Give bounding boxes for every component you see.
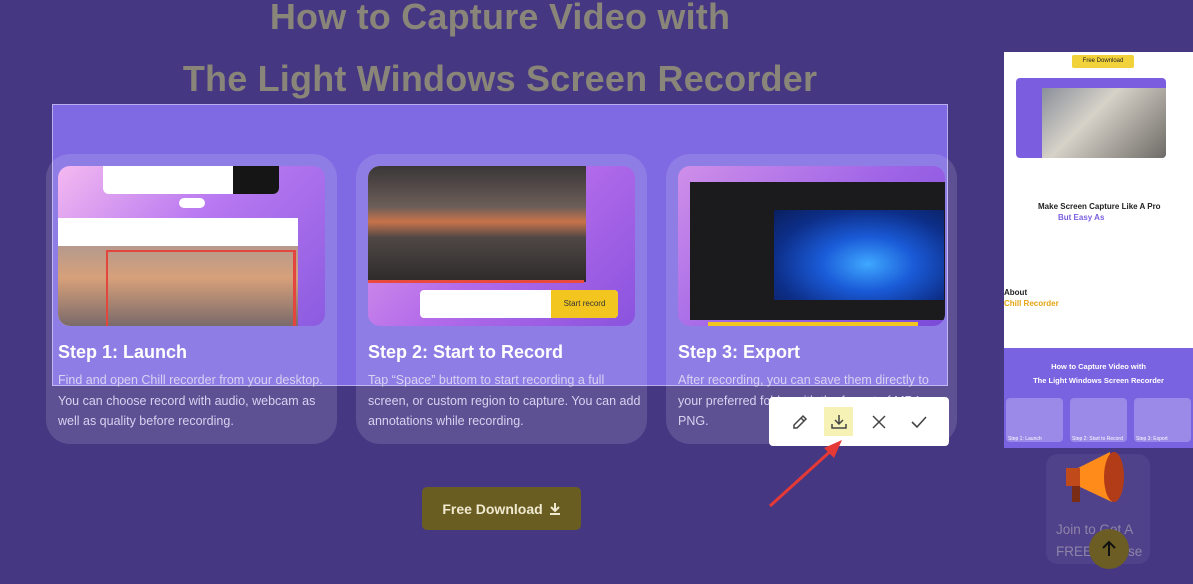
pencil-icon[interactable] xyxy=(785,407,814,436)
step3-image xyxy=(678,166,945,326)
preview-thumb-label-1: Step 1: Launch xyxy=(1008,436,1042,442)
preview-brand: Chill Recorder xyxy=(1004,299,1059,308)
download-icon[interactable] xyxy=(824,407,853,436)
preview-free-download-badge: Free Download xyxy=(1072,55,1134,68)
step2-image: Start record xyxy=(368,166,635,326)
arrow-up-icon xyxy=(1102,540,1116,556)
preview-heading1: Make Screen Capture Like A Pro xyxy=(1038,202,1161,211)
step2-title: Step 2: Start to Record xyxy=(368,342,564,362)
start-record-graphic: Start record xyxy=(551,290,618,318)
preview-thumb-label-2: Step 2: Start to Record xyxy=(1072,436,1123,442)
preview-section-title1: How to Capture Video with xyxy=(1051,362,1146,371)
preview-thumb-label-3: Step 3: Export xyxy=(1136,436,1168,442)
capture-action-toolbar xyxy=(769,397,949,446)
page-preview-thumbnail: Make Screen Capture Like A Pro But Easy … xyxy=(1004,52,1193,448)
check-icon[interactable] xyxy=(904,407,933,436)
step-card-record: Start record Step 2: Start to Record Tap… xyxy=(356,154,647,444)
preview-hero-image xyxy=(1016,78,1166,158)
preview-section-title2: The Light Windows Screen Recorder xyxy=(1033,376,1164,385)
download-arrow-icon xyxy=(549,502,560,515)
editor-app-graphic xyxy=(690,182,945,326)
free-download-label: Free Download xyxy=(442,500,543,517)
step1-title: Step 1: Launch xyxy=(58,342,188,362)
section-heading-line1: How to Capture Video with xyxy=(269,0,731,37)
preview-heading2: But Easy As xyxy=(1058,213,1105,222)
step1-description: Find and open Chill recorder from your d… xyxy=(58,373,323,428)
step3-title: Step 3: Export xyxy=(678,342,801,362)
sunset-photo-graphic xyxy=(368,166,586,282)
back-to-top-button[interactable] xyxy=(1089,529,1129,569)
close-icon[interactable] xyxy=(864,407,893,436)
section-heading-line2: The Light Windows Screen Recorder xyxy=(182,58,818,99)
preview-about: About xyxy=(1004,288,1028,297)
megaphone-icon xyxy=(1066,452,1124,502)
step1-image xyxy=(58,166,325,326)
free-download-button[interactable]: Free Download xyxy=(422,487,581,530)
step-card-launch: Step 1: Launch Find and open Chill recor… xyxy=(46,154,337,444)
annotation-arrow xyxy=(768,440,842,508)
step2-description: Tap “Space” buttom to start recording a … xyxy=(368,373,641,428)
windows-wallpaper-preview xyxy=(774,210,944,300)
